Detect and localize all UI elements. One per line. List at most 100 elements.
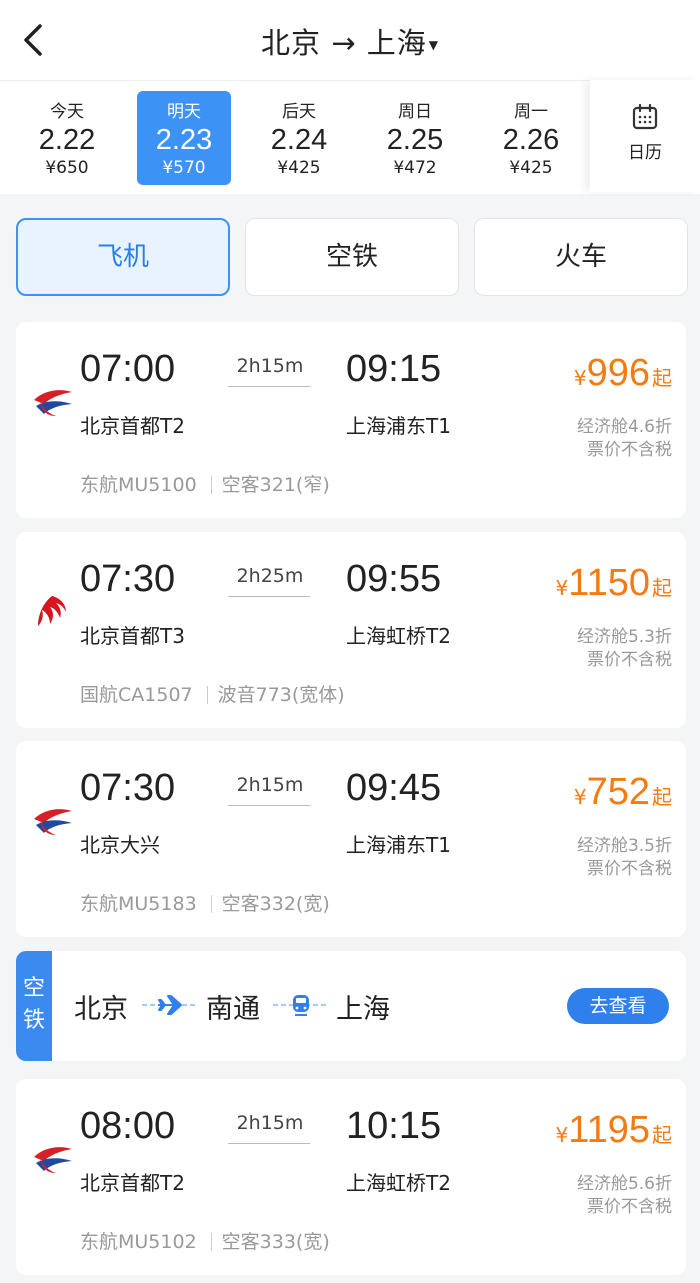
flight-duration: 2h15m	[236, 774, 304, 796]
date-item-1[interactable]: 明天 2.23 ¥570	[137, 91, 231, 185]
cabin-discount: 经济舱3.5折	[576, 836, 672, 856]
flight-card[interactable]: 07:30 2h15m 09:45 北京大兴 上海浦东T1 东航MU5183 空客…	[16, 741, 686, 937]
divider	[206, 686, 208, 704]
mode-tab-air-rail[interactable]: 空铁	[245, 218, 459, 296]
departure-time: 08:00	[80, 1105, 176, 1147]
date-value: 2.22	[38, 124, 96, 156]
route-title[interactable]: 北京 → 上海	[261, 26, 427, 60]
date-label: 周一	[514, 102, 548, 122]
date-value: 2.25	[386, 124, 444, 156]
departure-airport: 北京首都T3	[80, 624, 185, 648]
flight-info: 国航CA1507 波音773(宽体)	[80, 680, 345, 707]
aircraft-type: 空客321(窄)	[221, 474, 330, 496]
air-china-logo-icon	[30, 590, 74, 634]
currency-symbol: ¥	[573, 785, 587, 809]
duration-arrow-icon	[228, 805, 308, 806]
plane-icon	[140, 991, 198, 1019]
divider	[210, 476, 212, 494]
aircraft-type: 空客332(宽)	[221, 893, 330, 915]
divider	[210, 1233, 212, 1251]
cabin-discount: 经济舱4.6折	[576, 417, 672, 437]
departure-airport: 北京首都T2	[80, 1171, 185, 1195]
price: ¥996 起	[574, 352, 672, 395]
calendar-label: 日历	[628, 143, 662, 163]
air-rail-combo-banner[interactable]: 空铁 北京 南通 上海 去查看	[16, 951, 686, 1061]
departure-time: 07:30	[80, 558, 176, 600]
aircraft-type: 波音773(宽体)	[217, 684, 345, 706]
date-item-4[interactable]: 周一 2.26 ¥425	[484, 91, 578, 185]
date-price: ¥425	[277, 158, 321, 178]
combo-origin: 北京	[74, 994, 128, 1025]
flight-card[interactable]: 07:30 2h25m 09:55 北京首都T3 上海虹桥T2 国航CA1507…	[16, 532, 686, 728]
calendar-icon	[632, 103, 658, 130]
price-suffix: 起	[652, 785, 672, 809]
arrival-airport: 上海虹桥T2	[346, 624, 451, 648]
flight-duration: 2h25m	[236, 565, 304, 587]
mode-tab-train[interactable]: 火车	[474, 218, 688, 296]
date-label: 明天	[167, 102, 201, 122]
price-amount: 752	[586, 771, 650, 813]
price-amount: 1150	[568, 562, 650, 604]
price-amount: 1195	[568, 1109, 650, 1151]
departure-airport: 北京首都T2	[80, 414, 185, 438]
air-rail-tag: 空铁	[16, 951, 52, 1061]
flight-duration: 2h15m	[236, 1112, 304, 1134]
departure-time: 07:30	[80, 767, 176, 809]
date-label: 周日	[398, 102, 432, 122]
date-item-2[interactable]: 后天 2.24 ¥425	[252, 91, 346, 185]
price-suffix: 起	[652, 366, 672, 390]
date-value: 2.23	[155, 124, 213, 156]
duration-arrow-icon	[228, 596, 308, 597]
airline-flight-number: 东航MU5102	[80, 1231, 197, 1253]
tax-note: 票价不含税	[587, 650, 672, 670]
mode-tab-flight[interactable]: 飞机	[16, 218, 230, 296]
date-label: 今天	[50, 102, 84, 122]
date-price: ¥650	[45, 158, 89, 178]
date-item-3[interactable]: 周日 2.25 ¥472	[368, 91, 462, 185]
route-selector[interactable]: 北京 → 上海 ▼	[0, 20, 700, 62]
price-suffix: 起	[652, 576, 672, 600]
price: ¥1195 起	[556, 1109, 672, 1152]
combo-destination: 上海	[336, 994, 390, 1025]
date-value: 2.24	[270, 124, 328, 156]
tax-note: 票价不含税	[587, 440, 672, 460]
date-price: ¥570	[162, 158, 206, 178]
tax-note: 票价不含税	[587, 859, 672, 879]
date-item-0[interactable]: 今天 2.22 ¥650	[20, 91, 114, 185]
airline-flight-number: 东航MU5183	[80, 893, 197, 915]
top-bar: 北京 → 上海 ▼	[0, 0, 700, 80]
divider	[210, 895, 212, 913]
currency-symbol: ¥	[573, 366, 587, 390]
flight-info: 东航MU5100 空客321(窄)	[80, 470, 330, 497]
departure-time: 07:00	[80, 348, 176, 390]
flight-card[interactable]: 07:00 2h15m 09:15 北京首都T2 上海浦东T1 东航MU5100…	[16, 322, 686, 518]
currency-symbol: ¥	[555, 576, 569, 600]
price: ¥1150 起	[556, 562, 672, 605]
currency-symbol: ¥	[555, 1123, 569, 1147]
china-eastern-logo-icon	[30, 799, 74, 843]
price-amount: 996	[586, 352, 650, 394]
date-price: ¥425	[509, 158, 553, 178]
aircraft-type: 空客333(宽)	[221, 1231, 330, 1253]
train-icon	[271, 991, 331, 1019]
flight-card[interactable]: 08:00 2h15m 10:15 北京首都T2 上海虹桥T2 东航MU5102…	[16, 1079, 686, 1275]
combo-transfer-city: 南通	[206, 994, 260, 1025]
date-value: 2.26	[502, 124, 560, 156]
duration-arrow-icon	[228, 386, 308, 387]
tag-char: 空	[22, 976, 45, 1001]
arrival-airport: 上海虹桥T2	[346, 1171, 451, 1195]
arrival-airport: 上海浦东T1	[346, 833, 451, 857]
tax-note: 票价不含税	[587, 1197, 672, 1217]
dropdown-caret-icon[interactable]: ▼	[429, 38, 439, 52]
date-label: 后天	[282, 102, 316, 122]
price: ¥752 起	[574, 771, 672, 814]
cabin-discount: 经济舱5.6折	[576, 1174, 672, 1194]
calendar-button[interactable]: 日历	[590, 80, 700, 192]
cabin-discount: 经济舱5.3折	[576, 627, 672, 647]
duration-arrow-icon	[228, 1143, 308, 1144]
view-combo-button[interactable]: 去查看	[567, 988, 669, 1024]
price-suffix: 起	[652, 1123, 672, 1147]
tag-char: 铁	[22, 1008, 45, 1033]
china-eastern-logo-icon	[30, 380, 74, 424]
flight-info: 东航MU5183 空客332(宽)	[80, 889, 330, 916]
